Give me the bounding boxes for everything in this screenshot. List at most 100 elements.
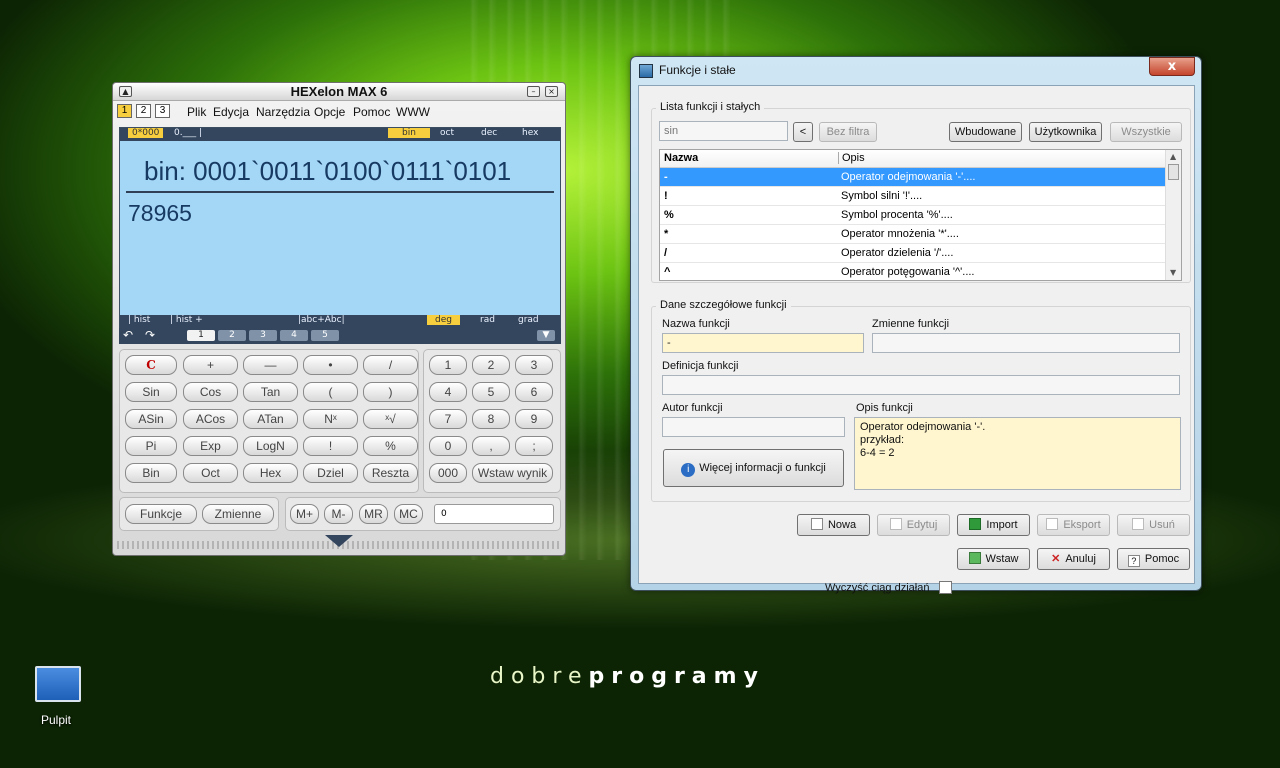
key-exp[interactable]: Exp xyxy=(183,436,238,456)
more-info-button[interactable]: i Więcej informacji o funkcji xyxy=(663,449,844,487)
menu-edycja[interactable]: Edycja xyxy=(213,105,249,119)
desktop-monitor-icon[interactable] xyxy=(35,666,81,702)
column-description[interactable]: Opis xyxy=(838,152,865,164)
column-name[interactable]: Nazwa xyxy=(664,152,698,164)
filter-input[interactable]: sin xyxy=(659,121,788,141)
clear-sequence-checkbox[interactable] xyxy=(939,581,952,594)
key-multiply[interactable]: • xyxy=(303,355,358,375)
insert-button[interactable]: Wstaw xyxy=(957,548,1030,570)
key-asin[interactable]: ASin xyxy=(125,409,177,429)
memory-clear-button[interactable]: MC xyxy=(394,504,423,524)
key-logn[interactable]: LogN xyxy=(243,436,298,456)
angle-rad[interactable]: rad xyxy=(480,315,495,325)
scroll-up-icon[interactable]: ▲ xyxy=(1170,152,1176,161)
nav-dropdown-icon[interactable]: ▼ xyxy=(537,330,555,341)
calc-page-tab-2[interactable]: 2 xyxy=(136,104,151,118)
close-icon[interactable]: x xyxy=(1149,57,1195,76)
key-2[interactable]: 2 xyxy=(472,355,510,375)
key-clear[interactable]: C xyxy=(125,355,177,375)
list-item[interactable]: ! Symbol silni '!'.... xyxy=(660,187,1165,206)
key-root[interactable]: ˣ√ xyxy=(363,409,418,429)
key-factorial[interactable]: ! xyxy=(303,436,358,456)
delete-button[interactable]: Usuń xyxy=(1117,514,1190,536)
base-hex[interactable]: hex xyxy=(522,128,538,138)
key-tan[interactable]: Tan xyxy=(243,382,298,402)
menu-narzedzia[interactable]: Narzędzia xyxy=(256,105,310,119)
function-vars-field[interactable] xyxy=(872,333,1180,353)
key-000[interactable]: 000 xyxy=(429,463,467,483)
key-dziel[interactable]: Dziel xyxy=(303,463,358,483)
builtin-filter-button[interactable]: Wbudowane xyxy=(949,122,1022,142)
key-cos[interactable]: Cos xyxy=(183,382,238,402)
angle-deg[interactable]: deg xyxy=(427,315,460,325)
memory-minus-button[interactable]: M- xyxy=(324,504,353,524)
calc-page-tab-1[interactable]: 1 xyxy=(117,104,132,118)
menu-www[interactable]: WWW xyxy=(396,105,430,119)
memory-plus-button[interactable]: M+ xyxy=(290,504,319,524)
nav-page-3[interactable]: 3 xyxy=(249,330,277,341)
key-power[interactable]: Nˣ xyxy=(303,409,358,429)
nav-page-1[interactable]: 1 xyxy=(187,330,215,341)
list-item[interactable]: ^ Operator potęgowania '^'.... xyxy=(660,263,1165,280)
key-9[interactable]: 9 xyxy=(515,409,553,429)
key-acos[interactable]: ACos xyxy=(183,409,238,429)
edit-button[interactable]: Edytuj xyxy=(877,514,950,536)
base-dec[interactable]: dec xyxy=(481,128,497,138)
key-bin[interactable]: Bin xyxy=(125,463,177,483)
hist-plus-button[interactable]: | hist + xyxy=(170,315,203,325)
variables-button[interactable]: Zmienne xyxy=(202,504,274,524)
case-toggle[interactable]: |abc+Abc| xyxy=(298,315,345,325)
scroll-thumb[interactable] xyxy=(1168,164,1179,180)
list-item[interactable]: - Operator odejmowania '-'.... xyxy=(660,168,1165,187)
key-4[interactable]: 4 xyxy=(429,382,467,402)
key-minus[interactable]: — xyxy=(243,355,298,375)
key-0[interactable]: 0 xyxy=(429,436,467,456)
import-button[interactable]: Import xyxy=(957,514,1030,536)
insert-result-button[interactable]: Wstaw wynik xyxy=(472,463,553,483)
menu-opcje[interactable]: Opcje xyxy=(314,105,345,119)
key-3[interactable]: 3 xyxy=(515,355,553,375)
calc-titlebar[interactable]: ▲ HEXelon MAX 6 – × xyxy=(113,83,565,101)
key-5[interactable]: 5 xyxy=(472,382,510,402)
nav-page-4[interactable]: 4 xyxy=(280,330,308,341)
key-comma[interactable]: , xyxy=(472,436,510,456)
undo-icon[interactable]: ↶ xyxy=(123,328,133,342)
memory-recall-button[interactable]: MR xyxy=(359,504,388,524)
menu-plik[interactable]: Plik xyxy=(187,105,206,119)
key-pi[interactable]: Pi xyxy=(125,436,177,456)
base-oct[interactable]: oct xyxy=(440,128,454,138)
key-1[interactable]: 1 xyxy=(429,355,467,375)
filter-back-button[interactable]: < xyxy=(793,122,813,142)
list-item[interactable]: * Operator mnożenia '*'.... xyxy=(660,225,1165,244)
memory-value-field[interactable]: 0 xyxy=(434,504,554,524)
key-sin[interactable]: Sin xyxy=(125,382,177,402)
list-item[interactable]: % Symbol procenta '%'.... xyxy=(660,206,1165,225)
list-scrollbar[interactable]: ▲ ▼ xyxy=(1165,150,1181,280)
key-semicolon[interactable]: ; xyxy=(515,436,553,456)
key-atan[interactable]: ATan xyxy=(243,409,298,429)
nav-page-2[interactable]: 2 xyxy=(218,330,246,341)
function-desc-field[interactable]: Operator odejmowania '-'. przykład: 6-4 … xyxy=(854,417,1181,490)
key-7[interactable]: 7 xyxy=(429,409,467,429)
angle-grad[interactable]: grad xyxy=(518,315,539,325)
hist-button[interactable]: | hist xyxy=(128,315,150,325)
expand-arrow-icon[interactable] xyxy=(325,535,353,547)
function-name-field[interactable]: - xyxy=(662,333,864,353)
no-filter-button[interactable]: Bez filtra xyxy=(819,122,877,142)
desktop-icon-label[interactable]: Pulpit xyxy=(41,713,71,727)
nav-page-5[interactable]: 5 xyxy=(311,330,339,341)
menu-pomoc[interactable]: Pomoc xyxy=(353,105,390,119)
export-button[interactable]: Eksport xyxy=(1037,514,1110,536)
new-button[interactable]: Nowa xyxy=(797,514,870,536)
function-def-field[interactable] xyxy=(662,375,1180,395)
cancel-button[interactable]: ✕ Anuluj xyxy=(1037,548,1110,570)
list-item[interactable]: / Operator dzielenia '/'.... xyxy=(660,244,1165,263)
key-percent[interactable]: % xyxy=(363,436,418,456)
calc-minimize-icon[interactable]: – xyxy=(527,86,540,97)
calc-page-tab-3[interactable]: 3 xyxy=(155,104,170,118)
key-open-paren[interactable]: ( xyxy=(303,382,358,402)
key-oct[interactable]: Oct xyxy=(183,463,238,483)
calc-close-icon[interactable]: × xyxy=(545,86,558,97)
key-close-paren[interactable]: ) xyxy=(363,382,418,402)
redo-icon[interactable]: ↷ xyxy=(145,328,155,342)
